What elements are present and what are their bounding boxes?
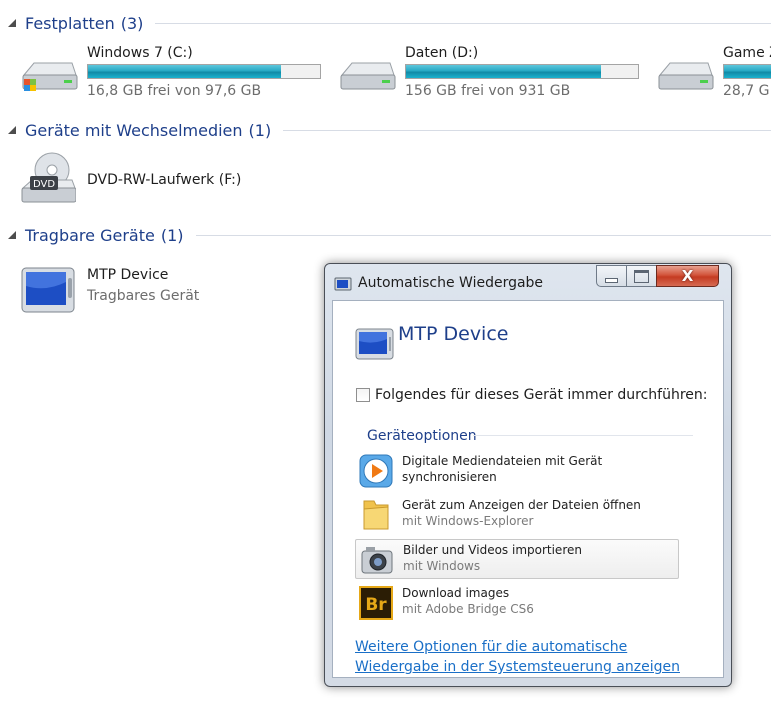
option-download-images[interactable]: Br Download images mit Adobe Bridge CS6 — [355, 583, 679, 623]
portable-device-icon — [21, 267, 75, 313]
dvd-drive-icon: DVD — [21, 152, 76, 203]
option-title: Download images — [402, 586, 510, 600]
dvd-icon-label: DVD — [33, 179, 55, 190]
close-button[interactable]: X — [656, 265, 719, 287]
autoplay-window-icon — [334, 277, 352, 291]
drive-free-space: 156 GB frei von 931 GB — [405, 83, 571, 99]
group-header-hard-disks[interactable]: Festplatten (3) — [0, 11, 771, 35]
collapse-arrow-icon[interactable] — [8, 231, 16, 239]
device-subtitle: Tragbares Gerät — [87, 288, 200, 304]
minimize-icon — [605, 277, 618, 283]
close-icon: X — [681, 267, 694, 285]
collapse-arrow-icon[interactable] — [8, 19, 16, 27]
drive-usage-fill — [88, 65, 281, 78]
adobe-bridge-icon: Br — [359, 586, 393, 620]
group-divider — [283, 129, 771, 131]
group-count: (1) — [160, 225, 184, 245]
camera-icon — [361, 547, 393, 574]
hard-drive-icon — [658, 62, 714, 90]
drive-usage-bar — [723, 64, 771, 79]
option-sync-media[interactable]: Digitale Mediendateien mit Gerät synchro… — [355, 451, 679, 491]
always-do-checkbox[interactable] — [356, 388, 370, 402]
folder-icon — [363, 500, 389, 530]
option-detail: synchronisieren — [402, 470, 497, 484]
minimize-button[interactable] — [596, 265, 627, 287]
option-title: Digitale Mediendateien mit Gerät — [402, 454, 603, 468]
group-count: (3) — [120, 13, 144, 33]
device-name: MTP Device — [87, 267, 169, 283]
device-options-heading: Geräteoptionen — [367, 428, 477, 444]
more-autoplay-options-link[interactable]: Weitere Optionen für die automatische Wi… — [355, 637, 715, 677]
option-title: Gerät zum Anzeigen der Dateien öffnen — [402, 498, 641, 512]
hard-drive-icon — [22, 62, 78, 91]
mtp-device-icon — [355, 328, 394, 360]
autoplay-dialog: Automatische Wiedergabe X MTP Device Fol… — [324, 263, 732, 687]
drive-usage-bar — [87, 64, 321, 79]
option-detail: mit Adobe Bridge CS6 — [402, 602, 534, 616]
drive-name: Windows 7 (C:) — [87, 45, 193, 61]
group-divider — [195, 234, 771, 236]
device-name: DVD-RW-Laufwerk (F:) — [87, 172, 242, 188]
drive-item-game[interactable]: Game Z 28,7 G — [656, 45, 771, 105]
option-detail: mit Windows-Explorer — [402, 514, 534, 528]
drive-name: Daten (D:) — [405, 45, 479, 61]
collapse-arrow-icon[interactable] — [8, 126, 16, 134]
drive-free-space: 16,8 GB frei von 97,6 GB — [87, 83, 262, 99]
group-header-portable[interactable]: Tragbare Geräte (1) — [0, 223, 771, 247]
always-do-label[interactable]: Folgendes für dieses Gerät immer durchfü… — [375, 387, 708, 403]
option-open-folder[interactable]: Gerät zum Anzeigen der Dateien öffnen mi… — [355, 495, 679, 535]
group-title: Geräte mit Wechselmedien — [25, 120, 243, 140]
group-divider — [155, 22, 771, 24]
drive-usage-fill — [724, 65, 771, 78]
drive-free-space: 28,7 G — [723, 83, 770, 99]
drive-usage-bar — [405, 64, 639, 79]
group-header-removable[interactable]: Geräte mit Wechselmedien (1) — [0, 118, 771, 142]
group-title: Festplatten — [25, 13, 115, 33]
dialog-content: MTP Device Folgendes für dieses Gerät im… — [332, 300, 724, 678]
drive-name: Game Z — [723, 45, 771, 61]
hard-drive-icon — [340, 62, 396, 90]
group-count: (1) — [248, 120, 272, 140]
dialog-title: Automatische Wiedergabe — [358, 275, 544, 291]
option-title: Bilder und Videos importieren — [403, 543, 582, 557]
dialog-device-name: MTP Device — [398, 323, 509, 345]
maximize-button[interactable] — [626, 265, 657, 287]
device-options-divider — [473, 435, 693, 436]
group-title: Tragbare Geräte — [25, 225, 155, 245]
mtp-device-item[interactable]: MTP Device Tragbares Gerät — [20, 264, 280, 320]
dialog-titlebar[interactable]: Automatische Wiedergabe X — [325, 264, 731, 300]
media-sync-icon — [359, 454, 393, 488]
drive-usage-fill — [406, 65, 601, 78]
adobe-bridge-icon-label: Br — [365, 595, 387, 615]
maximize-icon — [634, 269, 649, 283]
option-detail: mit Windows — [403, 559, 481, 573]
drive-item-d[interactable]: Daten (D:) 156 GB frei von 931 GB — [338, 45, 648, 105]
dvd-drive-item[interactable]: DVD DVD-RW-Laufwerk (F:) — [20, 150, 280, 210]
drive-item-c[interactable]: Windows 7 (C:) 16,8 GB frei von 97,6 GB — [20, 45, 330, 105]
option-import-pictures[interactable]: Bilder und Videos importieren mit Window… — [355, 539, 679, 579]
